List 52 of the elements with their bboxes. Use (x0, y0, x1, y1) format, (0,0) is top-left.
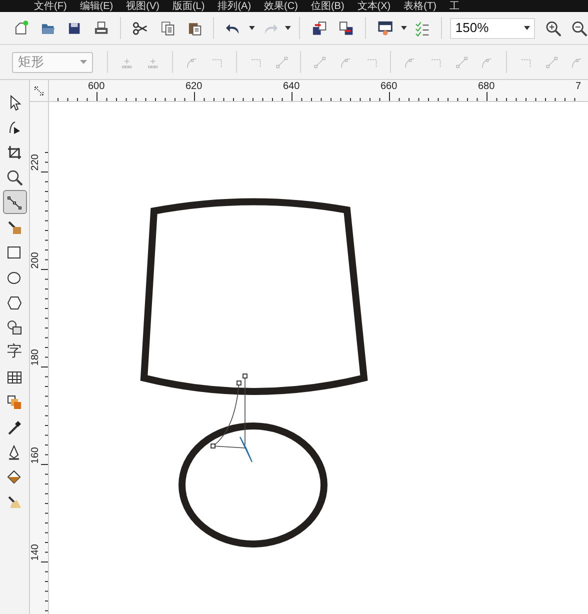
printer-icon[interactable] (92, 20, 110, 36)
caret-icon[interactable] (400, 26, 407, 30)
crosshair-icon (34, 86, 44, 96)
zoom-tool-icon (6, 168, 23, 186)
connector-tool-icon (6, 194, 23, 210)
crop-tool-icon (6, 144, 23, 160)
menu-item[interactable]: 视图(V) (126, 1, 160, 12)
blend-tool-icon (6, 394, 23, 410)
ruler-label: 220 (31, 154, 41, 171)
ruler-label: 680 (478, 82, 495, 92)
menu-item[interactable]: 工 (449, 1, 460, 12)
checklist-icon[interactable] (414, 20, 430, 36)
menu-item[interactable]: 位图(B) (310, 1, 344, 12)
zoom-out-icon[interactable] (571, 20, 588, 36)
new-document-icon[interactable] (13, 20, 30, 36)
ruler-label: 200 (31, 252, 41, 268)
ruler-label: 600 (88, 82, 105, 92)
ruler-label: 180 (31, 349, 41, 366)
menu-item[interactable]: 编辑(E) (80, 1, 114, 12)
text-tool[interactable]: 字 (2, 340, 26, 364)
ruler-origin[interactable] (30, 80, 49, 102)
ruler-label: 7 (576, 82, 582, 92)
menu-item[interactable]: 文本(X) (357, 1, 391, 12)
ruler-label: 640 (283, 82, 300, 92)
paint-roller-icon (6, 494, 23, 510)
scissors-icon[interactable] (132, 20, 150, 36)
ruler-label: 140 (31, 544, 41, 561)
zoom-in-icon[interactable] (544, 20, 562, 36)
monitor-icon[interactable] (377, 20, 394, 36)
caret-icon[interactable] (524, 26, 530, 30)
rectangle-tool-icon (6, 244, 23, 260)
ruler-label: 660 (380, 82, 398, 92)
import-icon[interactable] (311, 20, 328, 36)
caret-icon[interactable] (285, 26, 292, 30)
menu-item[interactable]: 效果(C) (264, 1, 298, 12)
polygon-tool-icon (6, 294, 23, 310)
basic-shapes-icon (6, 318, 23, 336)
table-tool-icon (6, 368, 23, 386)
menu-item[interactable]: 版面(L) (172, 1, 205, 12)
menu-item[interactable]: 排列(A) (218, 1, 252, 12)
menu-item[interactable]: 文件(F) (34, 1, 67, 12)
ruler-label: 620 (186, 82, 202, 92)
zoom-dropdown[interactable]: 150% (450, 18, 535, 38)
ruler-label: 160 (31, 446, 41, 464)
menu-item[interactable]: 表格(T) (404, 1, 436, 12)
export-icon[interactable] (338, 20, 354, 36)
smart-fill-icon (6, 218, 23, 236)
eyedropper-tool-icon (6, 418, 23, 436)
tool-button[interactable] (2, 190, 26, 214)
copy-icon[interactable] (159, 20, 176, 36)
fill-bucket-icon (6, 468, 23, 486)
caret-icon[interactable] (248, 26, 255, 30)
